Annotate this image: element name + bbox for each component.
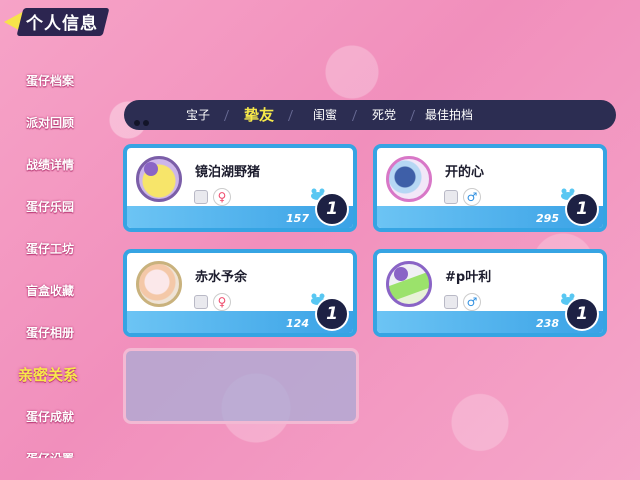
tabbar-dots: [134, 111, 152, 130]
sidebar-item-blindbox[interactable]: 盲盒收藏: [0, 270, 110, 312]
player-name: 开的心: [445, 165, 485, 180]
rank-badge: 1: [315, 297, 349, 331]
sidebar-item-paradise[interactable]: 蛋仔乐园: [0, 186, 110, 228]
egg-icon: [194, 190, 208, 204]
avatar[interactable]: [136, 261, 182, 307]
sidebar-item-intimacy[interactable]: 亲密关系: [0, 354, 110, 396]
egg-icon: [194, 295, 208, 309]
friend-card[interactable]: 镜泊湖野猪 ♀ 157 1: [123, 144, 357, 232]
tab-best-partner[interactable]: 最佳拍档: [425, 100, 473, 130]
tab-bestie[interactable]: 闺蜜: [313, 100, 337, 130]
egg-icon: [444, 190, 458, 204]
player-name: 赤水予余: [195, 270, 248, 285]
rank-badge: 1: [315, 192, 349, 226]
sidebar: 蛋仔档案 派对回顾 战绩详情 蛋仔乐园 蛋仔工坊 盲盒收藏 蛋仔相册 亲密关系 …: [0, 60, 110, 458]
female-icon: ♀: [213, 293, 231, 311]
rank-badge: 1: [565, 297, 599, 331]
intimacy-value: 295: [536, 212, 559, 225]
intimacy-value: 124: [286, 317, 309, 330]
friend-card[interactable]: 赤水予余 ♀ 124 1: [123, 249, 357, 337]
player-name: 镜泊湖野猪: [195, 165, 261, 180]
player-name: #p叶利: [445, 270, 492, 285]
tab-baozi[interactable]: 宝子: [186, 100, 210, 130]
empty-friend-slot[interactable]: [123, 348, 359, 424]
sidebar-item-settings[interactable]: 蛋仔设置: [0, 438, 110, 458]
avatar[interactable]: [386, 261, 432, 307]
sidebar-item-achievements[interactable]: 蛋仔成就: [0, 396, 110, 438]
avatar[interactable]: [136, 156, 182, 202]
avatar[interactable]: [386, 156, 432, 202]
intimacy-value: 238: [536, 317, 559, 330]
friend-card[interactable]: #p叶利 ♂ 238 1: [373, 249, 607, 337]
page-title: 个人信息: [26, 14, 98, 34]
female-icon: ♀: [213, 188, 231, 206]
male-icon: ♂: [463, 188, 481, 206]
flower-icon: [394, 267, 408, 281]
intimacy-value: 157: [286, 212, 309, 225]
sidebar-item-profile[interactable]: 蛋仔档案: [0, 60, 110, 102]
sidebar-item-party-review[interactable]: 派对回顾: [0, 102, 110, 144]
male-icon: ♂: [463, 293, 481, 311]
sidebar-item-workshop[interactable]: 蛋仔工坊: [0, 228, 110, 270]
tab-buddy[interactable]: 死党: [372, 100, 396, 130]
tab-best-friend[interactable]: 挚友: [244, 100, 274, 130]
flower-icon: [144, 162, 158, 176]
rank-badge: 1: [565, 192, 599, 226]
sidebar-item-battle-record[interactable]: 战绩详情: [0, 144, 110, 186]
egg-icon: [444, 295, 458, 309]
sidebar-item-album[interactable]: 蛋仔相册: [0, 312, 110, 354]
friend-card[interactable]: 开的心 ♂ 295 1: [373, 144, 607, 232]
page-header: 个人信息: [0, 0, 110, 40]
